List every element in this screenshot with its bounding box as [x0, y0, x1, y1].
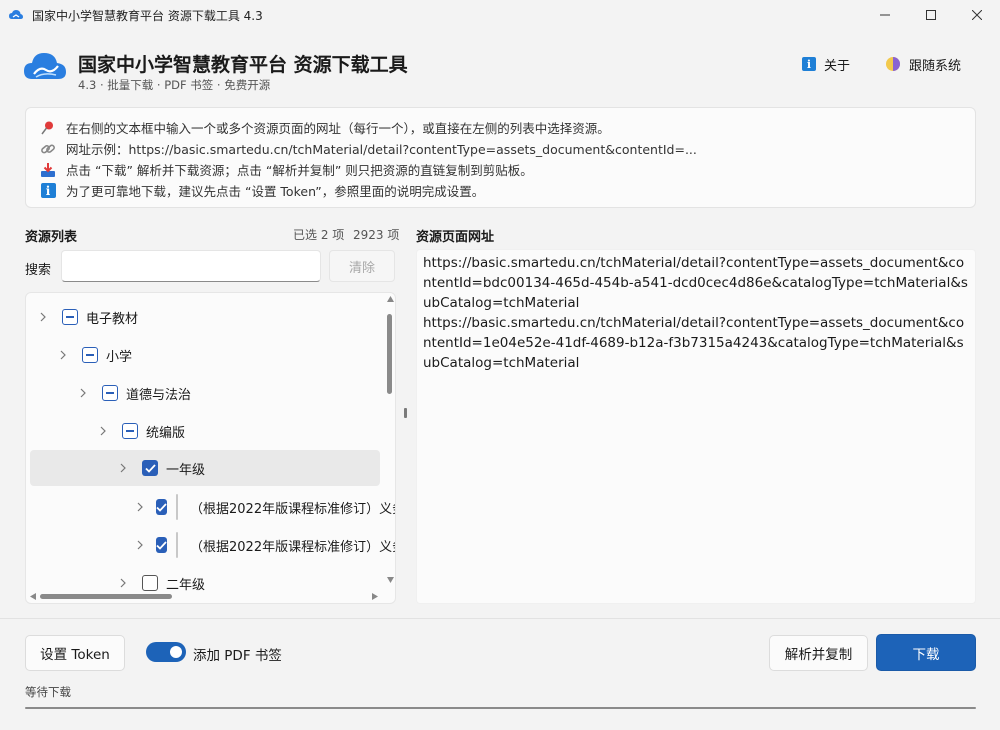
checkmark-icon [144, 463, 156, 473]
textbook-cover-thumbnail [176, 532, 178, 558]
tip-row: 网址示例：https://basic.smartedu.cn/tchMateri… [40, 139, 697, 158]
close-icon [972, 10, 982, 20]
minimize-icon [880, 14, 890, 16]
checkbox-unchecked[interactable] [142, 575, 158, 591]
tree-item-label: （根据2022年版课程标准修订）义务教育教科书·道德与法治一年级上册 [190, 501, 395, 517]
app-title: 国家中小学智慧教育平台 资源下载工具 [78, 54, 408, 76]
info-icon: i [802, 57, 816, 71]
close-button[interactable] [954, 0, 1000, 30]
window-title: 国家中小学智慧教育平台 资源下载工具 4.3 [32, 9, 263, 23]
tip-text: 在右侧的文本框中输入一个或多个资源页面的网址（每行一个），或直接在左侧的列表中选… [66, 121, 610, 136]
resource-tree: 电子教材 小学 道德与法治 统编版 一年级 （根据2022年版课程标准修订）义务… [25, 292, 396, 604]
download-tray-icon [40, 162, 56, 178]
tip-text: 为了更可靠地下载，建议先点击 “设置 Token”，参照里面的说明完成设置。 [66, 184, 485, 199]
tree-item[interactable]: 道德与法治 [76, 377, 376, 409]
checkbox-checked[interactable] [156, 537, 167, 553]
chevron-right-icon[interactable] [136, 538, 144, 552]
chevron-right-icon[interactable] [116, 461, 130, 475]
checkbox-partial[interactable] [122, 423, 138, 439]
vertical-scroll-thumb[interactable] [387, 314, 392, 394]
minimize-button[interactable] [862, 0, 908, 30]
link-icon [40, 141, 56, 157]
tips-panel: 在右侧的文本框中输入一个或多个资源页面的网址（每行一个），或直接在左侧的列表中选… [25, 107, 976, 208]
download-button[interactable]: 下载 [876, 634, 976, 671]
chevron-right-icon[interactable] [136, 500, 144, 514]
tree-item-label: 一年级 [166, 462, 206, 478]
chevron-right-icon[interactable] [36, 310, 50, 324]
set-token-button[interactable]: 设置 Token [25, 635, 125, 671]
maximize-button[interactable] [908, 0, 954, 30]
theme-label: 跟随系统 [909, 58, 962, 74]
panel-splitter-handle[interactable] [404, 408, 407, 418]
total-count: 2923 项 [353, 228, 400, 242]
app-cloud-icon [9, 10, 23, 19]
url-panel-title: 资源页面网址 [416, 230, 495, 245]
tree-item-label: 道德与法治 [126, 387, 192, 403]
tip-text: 网址示例：https://basic.smartedu.cn/tchMateri… [66, 142, 697, 157]
search-input[interactable] [61, 250, 321, 282]
pdf-bookmark-toggle[interactable] [146, 642, 186, 662]
tree-item[interactable]: （根据2022年版课程标准修订）义务教育教科书·道德与法治一年级上册 [136, 491, 395, 523]
selected-count: 已选 2 项 [293, 228, 345, 242]
tree-item[interactable]: （根据2022年版课程标准修订）义务教育教科书·道德与法治一年级下册 [136, 529, 395, 561]
checkbox-partial[interactable] [62, 309, 78, 325]
tree-item-label: 统编版 [146, 425, 186, 441]
tip-row: 在右侧的文本框中输入一个或多个资源页面的网址（每行一个），或直接在左侧的列表中选… [40, 118, 610, 137]
tree-item[interactable]: 小学 [56, 339, 376, 371]
clear-button[interactable]: 清除 [329, 250, 395, 282]
tree-item-label: 小学 [106, 349, 133, 365]
search-label: 搜索 [25, 263, 52, 278]
about-button[interactable]: i 关于 [792, 50, 860, 78]
parse-copy-button[interactable]: 解析并复制 [769, 635, 868, 671]
pdf-bookmark-label: 添加 PDF 书签 [193, 648, 282, 664]
pin-icon [40, 120, 56, 136]
tree-item-selected[interactable]: 一年级 [30, 450, 380, 486]
chevron-right-icon[interactable] [76, 386, 90, 400]
scroll-up-icon[interactable] [387, 296, 394, 302]
tree-item[interactable]: 统编版 [96, 415, 376, 447]
app-logo-icon [24, 53, 66, 79]
tip-row: i 为了更可靠地下载，建议先点击 “设置 Token”，参照里面的说明完成设置。 [40, 181, 484, 200]
about-label: 关于 [824, 58, 851, 74]
checkmark-icon [156, 502, 167, 512]
horizontal-scroll-thumb[interactable] [40, 594, 172, 599]
title-bar: 国家中小学智慧教育平台 资源下载工具 4.3 [0, 0, 1000, 30]
resource-list-title: 资源列表 [25, 230, 78, 245]
scroll-right-icon[interactable] [372, 593, 378, 600]
checkbox-checked[interactable] [142, 460, 158, 476]
tree-item-label: （根据2022年版课程标准修订）义务教育教科书·道德与法治一年级下册 [190, 539, 395, 555]
scroll-down-icon[interactable] [387, 577, 394, 583]
chevron-right-icon[interactable] [116, 576, 130, 590]
download-progress-bar [25, 707, 976, 709]
checkbox-partial[interactable] [82, 347, 98, 363]
textbook-cover-thumbnail [176, 494, 178, 520]
chevron-right-icon[interactable] [96, 424, 110, 438]
maximize-icon [926, 10, 936, 20]
tree-item-label: 电子教材 [86, 311, 139, 327]
tip-row: 点击 “下载” 解析并下载资源；点击 “解析并复制” 则只把资源的直链复制到剪贴… [40, 160, 533, 179]
chevron-right-icon[interactable] [56, 348, 70, 362]
theme-icon [886, 57, 900, 71]
tree-item[interactable]: 电子教材 [36, 301, 376, 333]
app-subtitle: 4.3 · 批量下载 · PDF 书签 · 免费开源 [78, 78, 271, 92]
url-textarea[interactable] [416, 249, 976, 604]
theme-button[interactable]: 跟随系统 [875, 50, 971, 78]
checkbox-checked[interactable] [156, 499, 167, 515]
footer-divider [0, 618, 1000, 619]
scroll-left-icon[interactable] [30, 593, 36, 600]
status-text: 等待下载 [25, 685, 71, 699]
toggle-knob [170, 646, 182, 658]
checkbox-partial[interactable] [102, 385, 118, 401]
checkmark-icon [156, 540, 167, 550]
tip-text: 点击 “下载” 解析并下载资源；点击 “解析并复制” 则只把资源的直链复制到剪贴… [66, 163, 533, 178]
tree-item-label: 二年级 [166, 577, 206, 593]
info-icon: i [40, 183, 56, 199]
